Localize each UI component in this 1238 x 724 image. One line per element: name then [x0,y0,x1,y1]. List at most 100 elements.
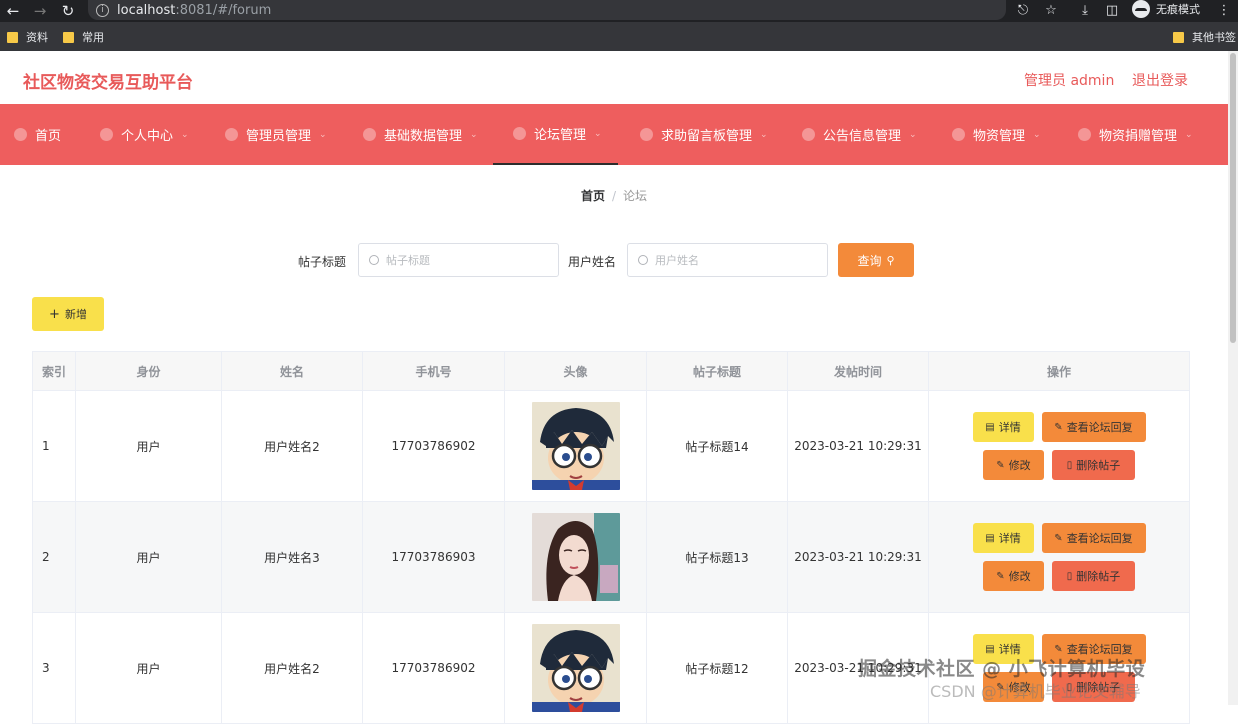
menu-item-goods[interactable]: 物资管理 ⌄ [952,104,1041,165]
chevron-down-icon: ⌄ [1185,129,1193,140]
folder-icon [1173,31,1184,43]
url-path: :8081/#/forum [175,2,272,18]
post-title-input[interactable] [386,253,536,267]
menu-item-profile[interactable]: 个人中心 ⌄ [100,104,189,165]
settings-icon [802,128,815,141]
menu-item-notice[interactable]: 公告信息管理 ⌄ [802,104,917,165]
post-title-field[interactable] [358,243,559,277]
cell-role: 用户 [76,502,222,612]
breadcrumb-separator: / [611,189,617,203]
view-replies-button[interactable]: ✎ 查看论坛回复 [1041,412,1146,442]
query-button[interactable]: 查询 ⚲ [838,243,914,277]
cell-name: 用户姓名2 [222,391,363,501]
logout-link[interactable]: 退出登录 [1132,70,1188,90]
detail-button[interactable]: ▤ 详情 [972,523,1034,553]
delete-post-button[interactable]: ▯ 删除帖子 [1052,561,1135,591]
scrollbar-thumb[interactable] [1230,53,1236,343]
app-title: 社区物资交易互助平台 [23,73,193,93]
top-nav-menu: 首页 个人中心 ⌄ 管理员管理 ⌄ 基础数据管理 ⌄ 论坛管理 ⌄ 求助留言板管理 ⌄ 公… [0,104,1228,165]
cell-post-title: 帖子标题13 [647,502,788,612]
chevron-down-icon: ⌄ [594,128,602,139]
menu-item-home[interactable]: 首页 [14,104,61,165]
lock-icon [1078,128,1091,141]
menu-item-donation[interactable]: 物资捐赠管理 ⌄ [1078,104,1193,165]
view-replies-button[interactable]: ✎ 查看论坛回复 [1041,523,1146,553]
cell-post-time: 2023-03-21 10:29:31 [788,502,929,612]
chevron-down-icon: ⌄ [470,129,478,140]
watermark-csdn: CSDN @计算机毕业论文辅导 [930,682,1141,701]
document-icon: ▤ [985,643,995,655]
cell-role: 用户 [76,391,222,501]
clock-icon [513,127,526,140]
chevron-down-icon: ⌄ [319,129,327,140]
key-icon[interactable]: ⎋ [1015,0,1031,20]
bookmark-folder-1[interactable]: 常用 [63,29,104,45]
menu-item-basic-data[interactable]: 基础数据管理 ⌄ [363,104,478,165]
star-icon[interactable]: ☆ [1043,0,1059,20]
add-button[interactable]: + 新增 [32,297,104,331]
edit-button[interactable]: ✎ 修改 [983,450,1044,480]
site-info-icon[interactable]: i [96,3,109,17]
bookmark-folder-0[interactable]: 资料 [7,29,48,45]
user-icon [100,128,113,141]
cell-index: 3 [33,613,76,723]
edit-icon: ✎ [996,459,1005,471]
cell-index: 1 [33,391,76,501]
user-name-field[interactable] [627,243,828,277]
breadcrumb-home[interactable]: 首页 [581,189,605,203]
folder-icon [7,31,18,43]
search-icon: ⚲ [886,253,895,267]
chevron-down-icon: ⌄ [760,129,768,140]
cell-avatar [505,391,647,501]
user-name-input[interactable] [655,253,805,267]
breadcrumb: 首页 / 论坛 [0,187,1228,204]
more-menu-icon[interactable]: ⋮ [1216,0,1232,20]
detail-button[interactable]: ▤ 详情 [972,412,1034,442]
reload-icon[interactable]: ↻ [57,0,79,22]
column-header: 手机号 [363,352,505,390]
plus-icon: + [49,306,60,322]
cell-role: 用户 [76,613,222,723]
page-scrollbar[interactable] [1228,51,1238,705]
cell-index: 2 [33,502,76,612]
menu-item-admin[interactable]: 管理员管理 ⌄ [225,104,327,165]
back-icon[interactable]: ← [2,0,24,22]
trash-icon: ▯ [1066,570,1073,582]
mobile-icon [640,128,653,141]
cell-phone: 17703786902 [363,613,505,723]
cell-avatar [505,613,647,723]
breadcrumb-current: 论坛 [623,189,648,203]
cell-post-title: 帖子标题14 [647,391,788,501]
avatar [531,513,620,601]
cell-phone: 17703786903 [363,502,505,612]
edit-button[interactable]: ✎ 修改 [983,561,1044,591]
download-icon[interactable]: ⤓ [1077,0,1093,20]
home-icon [14,128,27,141]
edit-icon: ✎ [1054,532,1063,544]
post-title-label: 帖子标题 [298,255,347,269]
other-bookmarks[interactable]: 其他书签 [1173,29,1236,45]
column-header: 帖子标题 [647,352,788,390]
address-bar[interactable]: i localhost:8081/#/forum [88,0,1006,20]
cell-name: 用户姓名2 [222,613,363,723]
column-header: 头像 [505,352,647,390]
column-header: 身份 [76,352,222,390]
column-header: 索引 [33,352,76,390]
chevron-down-icon: ⌄ [909,129,917,140]
info-circle-icon [225,128,238,141]
forward-icon[interactable]: → [29,0,51,22]
power-icon [363,128,376,141]
cell-avatar [505,502,647,612]
menu-item-help-board[interactable]: 求助留言板管理 ⌄ [640,104,768,165]
incognito-icon [1132,0,1150,18]
incognito-badge[interactable]: 无痕模式 [1132,0,1200,18]
column-header: 发帖时间 [788,352,929,390]
search-icon [369,255,379,265]
menu-item-forum[interactable]: 论坛管理 ⌄ [493,104,618,165]
incognito-label: 无痕模式 [1156,3,1200,16]
cell-name: 用户姓名3 [222,502,363,612]
delete-post-button[interactable]: ▯ 删除帖子 [1052,450,1135,480]
edit-icon: ✎ [1054,643,1063,655]
document-icon: ▤ [985,421,995,433]
sidepanel-icon[interactable]: ◫ [1104,0,1120,20]
